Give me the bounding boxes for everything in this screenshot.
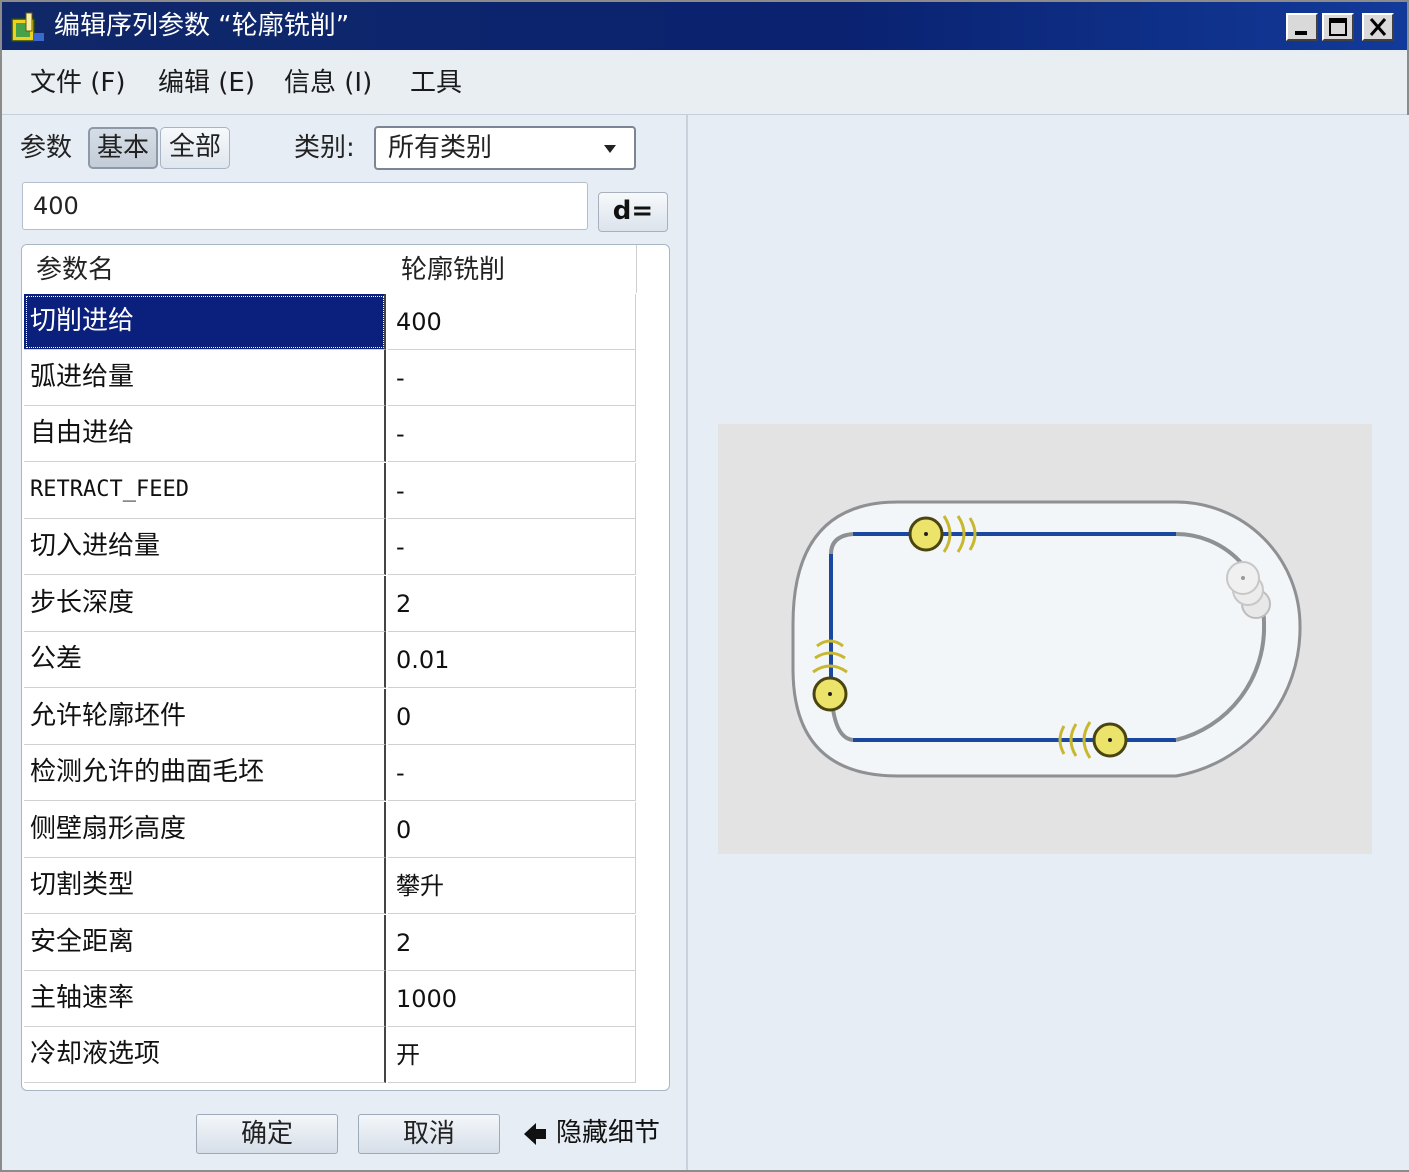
param-name-cell[interactable]: 切入进给量 (24, 519, 386, 575)
param-value-cell[interactable]: - (388, 519, 636, 575)
category-select[interactable]: 所有类别 (374, 126, 636, 170)
param-name-cell[interactable]: 安全距离 (24, 915, 386, 971)
title-bar[interactable]: 编辑序列参数 “轮廓铣削” (2, 2, 1407, 50)
table-row[interactable]: 侧壁扇形高度 0 (24, 802, 638, 858)
table-row[interactable]: 冷却液选项 开 (24, 1027, 638, 1083)
dialog-window: 编辑序列参数 “轮廓铣削” 文件 (F) 编辑 (E) 信息 (I) 工具 参数… (0, 0, 1409, 1172)
param-value-cell[interactable]: 400 (388, 294, 636, 350)
param-name-cell[interactable]: 切削进给 (24, 294, 386, 350)
category-label: 类别: (294, 133, 355, 163)
category-value: 所有类别 (388, 133, 493, 163)
close-icon (1369, 18, 1387, 36)
table-row[interactable]: 切削进给 400 (24, 294, 638, 350)
menu-file[interactable]: 文件 (F) (30, 66, 126, 100)
table-row[interactable]: 自由进给 - (24, 406, 638, 462)
close-button[interactable] (1362, 13, 1394, 41)
param-value-cell[interactable]: 1000 (388, 971, 636, 1027)
param-name-cell[interactable]: 冷却液选项 (24, 1027, 386, 1083)
params-label: 参数 (20, 133, 73, 163)
table-row[interactable]: 切入进给量 - (24, 519, 638, 575)
hide-details-label: 隐藏细节 (556, 1118, 661, 1148)
param-value-cell[interactable]: 0.01 (388, 632, 636, 688)
basic-toggle[interactable]: 基本 (88, 127, 158, 169)
column-header-sequence[interactable]: 轮廓铣削 (387, 245, 637, 293)
maximize-button[interactable] (1322, 13, 1354, 41)
app-icon (11, 12, 44, 42)
minimize-button[interactable] (1286, 13, 1318, 41)
param-value-cell[interactable]: 0 (388, 689, 636, 745)
toolpath-preview (718, 424, 1372, 854)
table-row[interactable]: 弧进给量 - (24, 350, 638, 406)
param-name-cell[interactable]: 公差 (24, 632, 386, 688)
param-value-cell[interactable]: 攀升 (388, 858, 636, 914)
param-name-cell[interactable]: 检测允许的曲面毛坯 (24, 745, 386, 801)
param-name-cell[interactable]: 允许轮廓坯件 (24, 689, 386, 745)
param-value-cell[interactable]: - (388, 350, 636, 406)
cancel-button[interactable]: 取消 (358, 1114, 500, 1154)
table-row[interactable]: RETRACT_FEED - (24, 463, 638, 519)
menu-bar: 文件 (F) 编辑 (E) 信息 (I) 工具 (2, 52, 1407, 115)
param-value-cell[interactable]: - (388, 745, 636, 801)
menu-info[interactable]: 信息 (I) (284, 66, 372, 100)
parameter-table: 参数名 轮廓铣削 切削进给 400 弧进给量 - 自由进给 - RETRACT_… (21, 244, 670, 1091)
menu-edit[interactable]: 编辑 (E) (158, 66, 255, 100)
window-title: 编辑序列参数 “轮廓铣削” (54, 11, 350, 41)
param-name-cell[interactable]: 侧壁扇形高度 (24, 802, 386, 858)
chevron-down-icon (604, 145, 616, 153)
toolpath-illustration (791, 500, 1302, 778)
maximize-icon (1329, 18, 1347, 36)
param-name-cell[interactable]: 主轴速率 (24, 971, 386, 1027)
table-row[interactable]: 允许轮廓坯件 0 (24, 689, 638, 745)
table-row[interactable]: 安全距离 2 (24, 915, 638, 971)
param-value-cell[interactable]: 2 (388, 915, 636, 971)
param-name-cell[interactable]: 步长深度 (24, 576, 386, 632)
relation-button[interactable]: d= (598, 192, 668, 232)
table-row[interactable]: 公差 0.01 (24, 632, 638, 688)
minimize-icon (1295, 31, 1307, 35)
param-value-cell[interactable]: 开 (388, 1027, 636, 1083)
table-row[interactable]: 主轴速率 1000 (24, 971, 638, 1027)
parameter-value-input[interactable] (22, 182, 588, 230)
param-value-cell[interactable]: - (388, 463, 636, 519)
param-name-cell[interactable]: RETRACT_FEED (24, 463, 386, 519)
table-row[interactable]: 步长深度 2 (24, 576, 638, 632)
arrow-left-icon (524, 1123, 546, 1145)
param-name-cell[interactable]: 弧进给量 (24, 350, 386, 406)
param-value-cell[interactable]: 0 (388, 802, 636, 858)
param-value-cell[interactable]: 2 (388, 576, 636, 632)
menu-tools[interactable]: 工具 (410, 66, 462, 100)
ok-button[interactable]: 确定 (196, 1114, 338, 1154)
param-name-cell[interactable]: 切割类型 (24, 858, 386, 914)
param-value-cell[interactable]: - (388, 406, 636, 462)
table-row[interactable]: 检测允许的曲面毛坯 - (24, 745, 638, 801)
table-row[interactable]: 切割类型 攀升 (24, 858, 638, 914)
all-toggle[interactable]: 全部 (160, 127, 230, 169)
column-header-param-name[interactable]: 参数名 (22, 245, 387, 293)
param-name-cell[interactable]: 自由进给 (24, 406, 386, 462)
